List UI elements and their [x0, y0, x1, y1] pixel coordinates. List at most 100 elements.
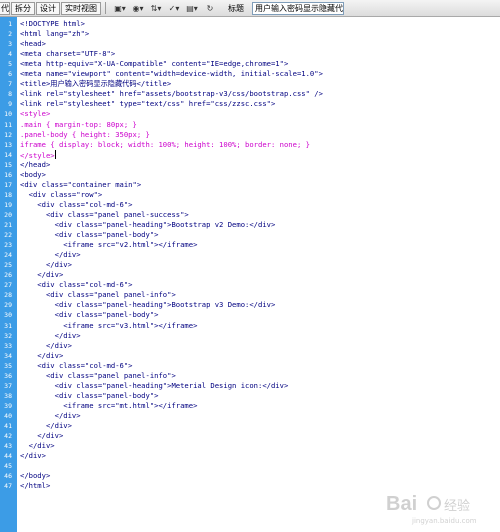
code-line[interactable]: </head> [20, 160, 50, 170]
code-line[interactable]: </div> [20, 270, 63, 280]
code-line-text: <meta charset="UTF-8"> [20, 49, 116, 59]
code-line-text: <div class="row"> [20, 189, 103, 199]
watermark-brand: Bai [386, 493, 417, 515]
code-line[interactable]: <div class="container main"> [20, 180, 141, 190]
line-number: 11 [4, 120, 12, 129]
code-line[interactable]: <div class="col-md-6"> [20, 200, 132, 210]
code-line[interactable]: <div class="panel-body"> [20, 230, 159, 240]
code-line[interactable]: </style> [20, 149, 56, 160]
line-number: 2 [8, 30, 12, 39]
split-view-button[interactable]: 拆分 [11, 1, 35, 15]
code-line-text: <div class="panel-body"> [20, 230, 159, 240]
watermark-brand2: 经验 [444, 498, 470, 514]
code-line[interactable]: <div class="panel-heading">Meterial Desi… [20, 381, 289, 391]
code-line[interactable]: </div> [20, 351, 63, 361]
line-number: 26 [4, 271, 12, 280]
code-line-text: <!DOCTYPE html> [20, 19, 85, 28]
code-line-text: <div class="panel panel-success"> [20, 209, 189, 219]
code-line[interactable]: </div> [20, 411, 81, 421]
visual-aids-icon[interactable]: ▤▾ [184, 2, 200, 14]
code-line[interactable]: <div class="panel panel-info"> [20, 290, 176, 300]
code-line-text: <title>用户输入密码显示隐藏代码</title> [20, 79, 172, 89]
code-line[interactable]: <iframe src="v3.html"></iframe> [20, 321, 197, 331]
code-line[interactable]: <!DOCTYPE html> [20, 19, 85, 29]
code-line[interactable]: </div> [20, 441, 55, 451]
code-view-button[interactable]: 代码 [0, 1, 10, 15]
code-line[interactable]: <div class="panel-heading">Bootstrap v2 … [20, 220, 276, 230]
line-number: 45 [4, 462, 12, 471]
code-line[interactable]: <div class="panel-body"> [20, 310, 159, 320]
code-line-text: </div> [20, 260, 72, 270]
line-number: 17 [4, 180, 12, 189]
code-line-text: </div> [20, 350, 64, 360]
code-line[interactable]: </div> [20, 250, 81, 260]
document-title-field[interactable]: 用户输入密码显示隐藏代码 [252, 1, 344, 15]
code-line[interactable]: <style> [20, 109, 50, 119]
line-number: 23 [4, 241, 12, 250]
line-number: 35 [4, 361, 12, 370]
line-number: 18 [4, 190, 12, 199]
line-number: 39 [4, 401, 12, 410]
code-line-text: <link rel="stylesheet" href="assets/boot… [20, 89, 323, 99]
code-line[interactable]: <meta http-equiv="X-UA-Compatible" conte… [20, 59, 288, 69]
code-line[interactable]: <body> [20, 170, 46, 180]
line-number: 38 [4, 391, 12, 400]
line-number: 3 [8, 40, 12, 49]
code-line[interactable]: </div> [20, 341, 72, 351]
code-line-text: </body> [20, 471, 51, 481]
code-line-text: </div> [20, 340, 72, 350]
code-line[interactable]: <link rel="stylesheet" href="assets/boot… [20, 89, 323, 99]
code-line-text: iframe { display: block; width: 100%; he… [20, 139, 310, 149]
code-line[interactable]: <div class="row"> [20, 189, 103, 200]
line-number: 37 [4, 381, 12, 390]
line-number-gutter: 1 2 3 4 5 6 7 8 9 10 11 12 13 14 15 16 17 18 19 20 21 22 23 24 2… [0, 17, 17, 532]
code-line[interactable]: <div class="col-md-6"> [20, 361, 132, 371]
code-line[interactable]: </div> [20, 451, 46, 461]
code-line[interactable]: </div> [20, 260, 72, 270]
line-number: 16 [4, 170, 12, 179]
live-view-button[interactable]: 实时视图 [61, 1, 101, 15]
code-line[interactable]: </div> [20, 431, 63, 441]
code-editor[interactable]: <!DOCTYPE html> <html lang="zh"> <head> <me… [20, 17, 500, 532]
code-line[interactable]: </body> [20, 471, 50, 481]
line-number: 28 [4, 291, 12, 300]
code-line[interactable]: <iframe src="mt.html"></iframe> [20, 401, 197, 411]
code-line[interactable]: iframe { display: block; width: 100%; he… [20, 140, 310, 150]
code-line[interactable]: <iframe src="v2.html"></iframe> [20, 240, 197, 250]
file-management-icon[interactable]: ⇅▾ [148, 2, 164, 14]
code-line[interactable]: <div class="panel panel-success"> [20, 210, 189, 220]
line-number: 30 [4, 311, 12, 320]
line-number: 29 [4, 301, 12, 310]
code-line-text: </div> [20, 451, 46, 461]
code-line[interactable]: </html> [20, 481, 50, 491]
check-page-icon[interactable]: ✓▾ [166, 2, 182, 14]
code-line-text: <div class="panel-heading">Bootstrap v3 … [20, 300, 276, 310]
refresh-icon[interactable]: ↻ [202, 2, 218, 14]
preview-browser-icon[interactable]: ◉▾ [130, 2, 146, 14]
code-line[interactable]: <div class="panel panel-info"> [20, 371, 176, 381]
watermark-url: jingyan.baidu.com [411, 517, 477, 525]
code-line-text: .panel-body { height: 350px; } [20, 129, 150, 139]
code-line[interactable]: <div class="col-md-6"> [20, 280, 132, 290]
code-line[interactable]: <head> [20, 39, 46, 49]
code-line[interactable]: <meta name="viewport" content="width=dev… [20, 69, 323, 79]
design-view-button[interactable]: 设计 [36, 1, 60, 15]
code-line[interactable]: <title>用户输入密码显示隐藏代码</title> [20, 79, 171, 89]
code-line-text: <meta http-equiv="X-UA-Compatible" conte… [20, 59, 289, 69]
code-line[interactable]: <div class="panel-body"> [20, 391, 159, 401]
code-line[interactable]: .panel-body { height: 350px; } [20, 130, 150, 140]
code-line-text: </div> [20, 330, 81, 340]
line-number: 40 [4, 411, 12, 420]
code-line-text: </html> [20, 481, 51, 491]
line-number: 36 [4, 371, 12, 380]
code-line[interactable]: <html lang="zh"> [20, 29, 89, 39]
code-line[interactable]: </div> [20, 421, 72, 431]
multiscreen-icon[interactable]: ▣▾ [112, 2, 128, 14]
code-line[interactable]: <meta charset="UTF-8"> [20, 49, 115, 59]
code-line[interactable]: <div class="panel-heading">Bootstrap v3 … [20, 300, 276, 310]
code-line[interactable]: <link rel="stylesheet" type="text/css" h… [20, 99, 275, 109]
code-line[interactable]: .main { margin-top: 80px; } [20, 120, 137, 130]
code-line-text: <style> [20, 109, 51, 119]
line-number: 6 [8, 70, 12, 79]
code-line[interactable]: </div> [20, 331, 81, 341]
